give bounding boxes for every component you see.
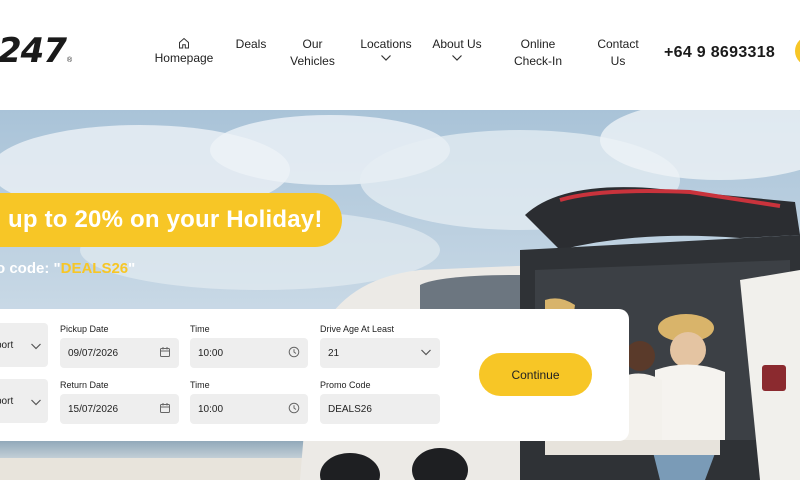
chevron-down-icon xyxy=(452,55,462,61)
pickup-date-label: Pickup Date xyxy=(60,324,109,334)
return-date-label: Return Date xyxy=(60,380,109,390)
driver-age-value: 21 xyxy=(328,347,340,359)
nav-locations-label: Locations xyxy=(360,37,412,51)
promo-code-value: DEALS26 xyxy=(328,403,372,415)
promo-code-suffix: " xyxy=(128,260,136,277)
nav-contact-line1: Contact xyxy=(597,37,639,51)
promo-code-field: Promo Code DEALS26 xyxy=(320,380,440,424)
promo-code-prefix: o code: " xyxy=(0,260,61,277)
promo-code-highlight: DEALS26 xyxy=(60,260,129,277)
site-header: 247 ® Homepage Deals Our Vehicles Locati… xyxy=(0,0,800,110)
chevron-down-icon xyxy=(381,55,391,61)
promo-code-input[interactable]: DEALS26 xyxy=(320,394,440,424)
clock-icon xyxy=(288,346,300,358)
nav-locations[interactable]: Locations xyxy=(354,36,418,62)
promo-headline: up to 20% on your Holiday! xyxy=(8,206,323,233)
promo-headline-pill: up to 20% on your Holiday! xyxy=(0,193,342,247)
nav-homepage[interactable]: Homepage xyxy=(153,36,215,67)
nav-contact-us[interactable]: Contact Us xyxy=(590,36,646,70)
chevron-down-icon xyxy=(31,343,41,350)
pickup-location-value: port xyxy=(0,339,14,351)
nav-deals[interactable]: Deals xyxy=(230,36,272,53)
driver-age-label: Drive Age At Least xyxy=(320,324,395,334)
nav-about-label: About Us xyxy=(432,37,482,51)
nav-our-vehicles[interactable]: Our Vehicles xyxy=(285,36,340,70)
pickup-date-value: 09/07/2026 xyxy=(68,347,119,359)
return-time-field: Time 10:00 xyxy=(190,380,308,424)
return-time-value: 10:00 xyxy=(198,403,224,415)
pickup-date-input[interactable]: 09/07/2026 xyxy=(60,338,179,368)
logo-text: 247 xyxy=(0,31,67,71)
nav-checkin-line1: Online xyxy=(520,37,556,51)
nav-homepage-label: Homepage xyxy=(154,51,214,65)
logo[interactable]: 247 ® xyxy=(0,28,72,68)
return-time-input[interactable]: 10:00 xyxy=(190,394,308,424)
driver-age-field: Drive Age At Least 21 xyxy=(320,324,440,368)
phone-number[interactable]: +64 9 8693318 xyxy=(664,44,775,62)
nav-online-check-in[interactable]: Online Check-In xyxy=(508,36,568,70)
pickup-date-field: Pickup Date 09/07/2026 xyxy=(60,324,179,368)
nav-about-us[interactable]: About Us xyxy=(428,36,486,62)
continue-button[interactable]: Continue xyxy=(479,353,592,396)
return-location-value: port xyxy=(0,395,14,407)
registered-mark: ® xyxy=(66,57,73,64)
chevron-down-icon xyxy=(421,349,431,356)
pickup-location-select[interactable]: port xyxy=(0,323,48,367)
pickup-time-field: Time 10:00 xyxy=(190,324,308,368)
chevron-down-icon xyxy=(31,399,41,406)
nav-vehicles-line1: Our xyxy=(302,37,323,51)
pickup-time-value: 10:00 xyxy=(198,347,224,359)
home-icon xyxy=(179,37,189,49)
pickup-time-input[interactable]: 10:00 xyxy=(190,338,308,368)
calendar-icon xyxy=(160,403,170,413)
booking-form: port Pickup Date 09/07/2026 Time 10:00 xyxy=(0,309,629,441)
driver-age-select[interactable]: 21 xyxy=(320,338,440,368)
pickup-time-label: Time xyxy=(190,324,210,334)
promo-code-label: Promo Code xyxy=(320,380,371,390)
return-date-value: 15/07/2026 xyxy=(68,403,119,415)
nav-contact-line2: Us xyxy=(610,54,626,68)
return-time-label: Time xyxy=(190,380,210,390)
calendar-icon xyxy=(160,347,170,357)
return-date-input[interactable]: 15/07/2026 xyxy=(60,394,179,424)
nav-vehicles-line2: Vehicles xyxy=(290,54,335,68)
nav-checkin-line2: Check-In xyxy=(513,54,563,68)
return-date-field: Return Date 15/07/2026 xyxy=(60,380,179,424)
clock-icon xyxy=(288,402,300,414)
header-action-button[interactable] xyxy=(795,36,800,66)
return-location-select[interactable]: port xyxy=(0,379,48,423)
promo-code-text: o code: "DEALS26" xyxy=(0,260,135,277)
nav-deals-label: Deals xyxy=(235,37,267,51)
